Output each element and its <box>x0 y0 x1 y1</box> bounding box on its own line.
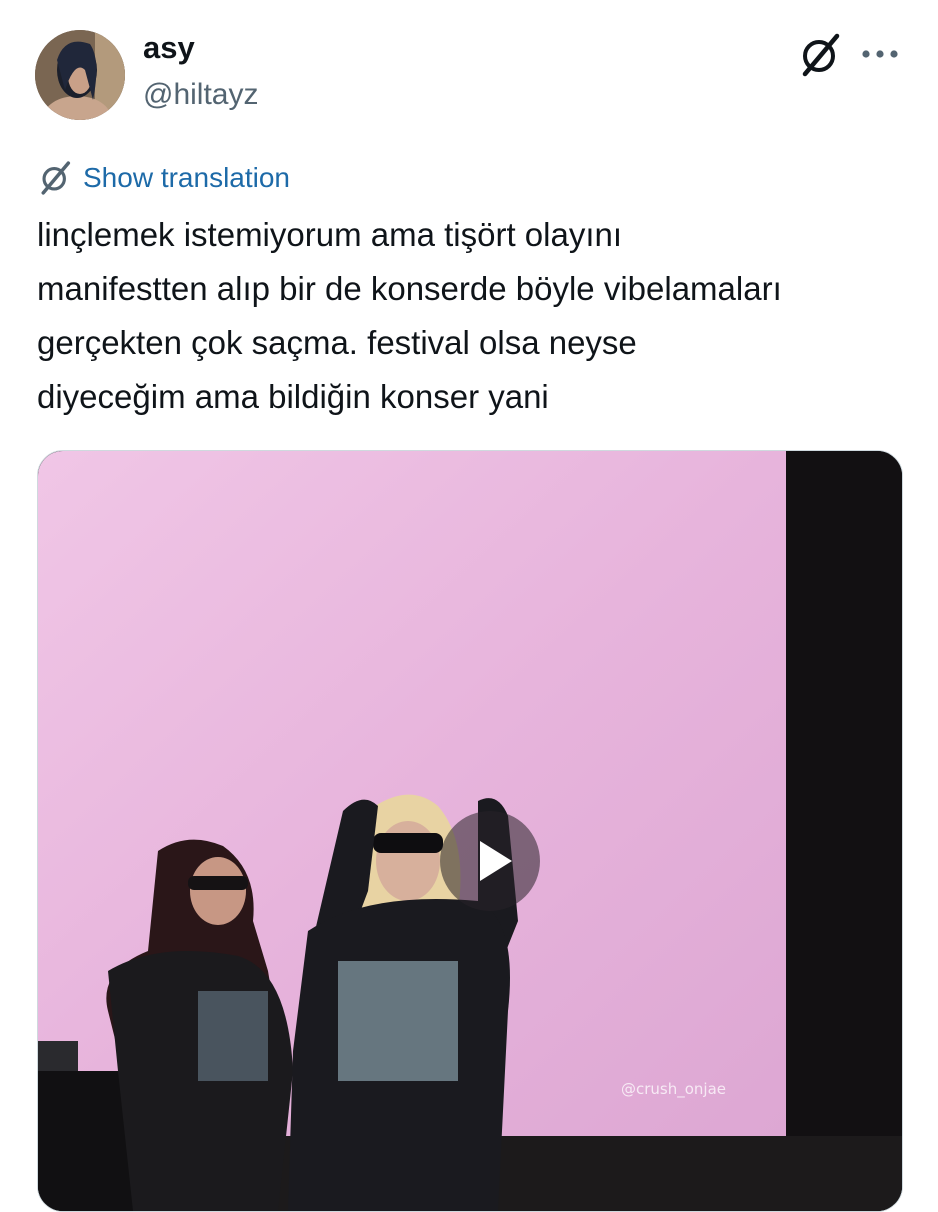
show-translation-label: Show translation <box>83 162 291 193</box>
play-button[interactable] <box>440 811 540 911</box>
tweet-line: gerçekten çok saçma. festival olsa neyse <box>37 324 637 361</box>
show-translation-link[interactable]: Show translation <box>37 160 290 196</box>
display-name[interactable]: asy <box>143 30 195 66</box>
video-media[interactable]: @crush_onjae <box>37 450 903 1212</box>
more-icon[interactable] <box>860 48 900 60</box>
grok-icon[interactable] <box>797 32 843 78</box>
video-watermark: @crush_onjae <box>621 1080 727 1098</box>
grok-icon <box>41 161 71 195</box>
avatar[interactable] <box>35 30 125 120</box>
avatar-image <box>35 30 125 120</box>
play-icon <box>480 841 512 881</box>
tweet-line: linçlemek istemiyorum ama tişört olayını <box>37 216 623 253</box>
tweet-text: linçlemek istemiyorum ama tişört olayını… <box>37 208 917 424</box>
tweet-line: diyeceğim ama bildiğin konser yani <box>37 378 549 415</box>
user-handle[interactable]: @hiltayz <box>143 78 259 112</box>
tweet-line: manifestten alıp bir de konserde böyle v… <box>37 270 782 307</box>
